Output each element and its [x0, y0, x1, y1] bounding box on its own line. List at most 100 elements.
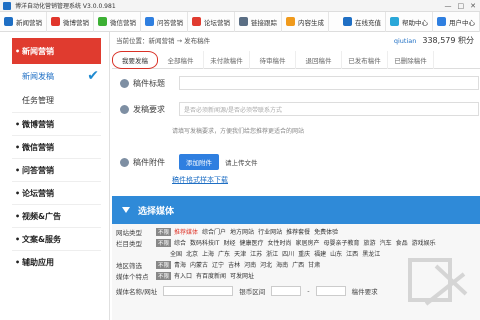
sidebar-header-news[interactable]: 新闻营销: [12, 38, 101, 64]
filter-option[interactable]: 四川: [282, 249, 294, 258]
filter-option[interactable]: 全国: [170, 249, 182, 258]
toolbar-item-wechat[interactable]: 微信营销: [94, 11, 141, 32]
filter-option[interactable]: 家居房产: [296, 238, 320, 247]
toolbar-item-label: 内容生成: [298, 18, 324, 27]
filter-option[interactable]: 内蒙古: [190, 260, 208, 269]
filter-option[interactable]: 免费体验: [314, 227, 338, 236]
toolbar-item-link[interactable]: 链接跟踪: [235, 11, 282, 32]
filter-option[interactable]: 山东: [330, 249, 342, 258]
filter-label: 地区筛选: [116, 261, 142, 270]
request-label: 发稿要求: [133, 104, 165, 114]
filter-option[interactable]: 青海: [174, 260, 186, 269]
request-input[interactable]: 是否必须新闻源/是否必须带联系方式: [179, 102, 479, 116]
filter-option[interactable]: 河南: [244, 260, 256, 269]
filter-option[interactable]: 数码科技IT: [190, 238, 219, 247]
media-name-input[interactable]: [163, 286, 234, 296]
filter-option[interactable]: 女性时尚: [268, 238, 292, 247]
sidebar-item-label: 任务管理: [22, 95, 54, 105]
tab-2[interactable]: 未付款稿件: [204, 51, 250, 69]
filter-option[interactable]: 可发网址: [230, 271, 254, 280]
toolbar-item-user[interactable]: 用户中心: [433, 11, 480, 32]
tab-4[interactable]: 退回稿件: [296, 51, 342, 69]
filter-option[interactable]: 河北: [260, 260, 272, 269]
title-input[interactable]: [179, 76, 479, 90]
filter-option[interactable]: 浙江: [266, 249, 278, 258]
sidebar-category[interactable]: 辅助应用: [12, 250, 101, 273]
toolbar-item-qa[interactable]: 问答营销: [141, 11, 188, 32]
toolbar-item-news[interactable]: 新闻营销: [0, 11, 47, 32]
user-info: qiutian 338,579 积分: [394, 35, 474, 46]
close-button[interactable]: ✕: [470, 2, 476, 10]
toolbar-item-recharge[interactable]: 在线充值: [339, 11, 386, 32]
filter-option[interactable]: 汽车: [380, 238, 392, 247]
sidebar-category[interactable]: 微博营销: [12, 112, 101, 135]
filter-option[interactable]: 天津: [234, 249, 246, 258]
filter-option[interactable]: 上海: [202, 249, 214, 258]
media-title: 选择媒体: [138, 206, 175, 217]
filter-option[interactable]: 综合门户: [202, 227, 226, 236]
filter-option[interactable]: 母婴亲子教育: [324, 238, 360, 247]
template-download-link[interactable]: 稿件格式样本下载: [172, 175, 228, 185]
filter-unlimited-badge[interactable]: 不限: [156, 227, 172, 236]
filter-unlimited-badge[interactable]: 不限: [156, 238, 172, 247]
price-max-input[interactable]: [315, 286, 346, 296]
toolbar-item-label: 微信营销: [110, 18, 136, 27]
sidebar-category[interactable]: 问答营销: [12, 158, 101, 181]
tab-5[interactable]: 已发布稿件: [342, 51, 388, 69]
filter-unlimited-badge[interactable]: 不限: [156, 271, 172, 280]
tab-1[interactable]: 全部稿件: [158, 51, 204, 69]
toolbar-item-content[interactable]: 内容生成: [282, 11, 329, 32]
sidebar-item-task-manage[interactable]: 任务管理: [12, 88, 101, 112]
sidebar-category[interactable]: 论坛营销: [12, 181, 101, 204]
filter-label: 网站类型: [116, 228, 142, 237]
filter-option[interactable]: 健康医疗: [239, 238, 263, 247]
maximize-button[interactable]: □: [458, 2, 465, 10]
filter-option[interactable]: 财经: [223, 238, 235, 247]
filter-option[interactable]: 重庆: [298, 249, 310, 258]
tab-0[interactable]: 我要发稿: [112, 51, 158, 69]
sidebar-item-news-submit[interactable]: 新闻发稿 ✔: [12, 64, 101, 88]
help-icon: [390, 17, 399, 26]
filter-option[interactable]: 行业网站: [258, 227, 282, 236]
filter-option[interactable]: 食品: [396, 238, 408, 247]
tab-6[interactable]: 已删除稿件: [388, 51, 434, 69]
filter-option[interactable]: 福建: [314, 249, 326, 258]
filter-option[interactable]: 海南: [276, 260, 288, 269]
filter-option[interactable]: 地方网站: [230, 227, 254, 236]
filter-option[interactable]: 江西: [346, 249, 358, 258]
add-attachment-button[interactable]: 添加附件: [179, 154, 219, 170]
sidebar-category[interactable]: 文案&服务: [12, 227, 101, 250]
filter-option[interactable]: 有百度新闻: [196, 271, 226, 280]
filter-option[interactable]: 黑龙江: [362, 249, 380, 258]
filter-unlimited-badge[interactable]: 不限: [156, 260, 172, 269]
tab-3[interactable]: 待审稿件: [250, 51, 296, 69]
username-link[interactable]: qiutian: [394, 37, 417, 45]
filter-option[interactable]: 江苏: [250, 249, 262, 258]
filter-option[interactable]: 旅游: [364, 238, 376, 247]
price-min-input[interactable]: [271, 286, 302, 296]
media-name-label: 媒体名称/网址: [116, 288, 158, 296]
media-header[interactable]: 选择媒体: [112, 196, 480, 224]
toolbar-item-help[interactable]: 帮助中心: [386, 11, 433, 32]
filter-option[interactable]: 辽宁: [212, 260, 224, 269]
filter-option[interactable]: 推荐媒体: [174, 227, 198, 236]
filter-option[interactable]: 游戏娱乐: [412, 238, 436, 247]
content-icon: [286, 17, 295, 26]
user-icon: [437, 17, 446, 26]
toolbar-item-weibo[interactable]: 微博营销: [47, 11, 94, 32]
wechat-icon: [98, 17, 107, 26]
minimize-button[interactable]: —: [445, 2, 452, 10]
filter-option[interactable]: 广西: [292, 260, 304, 269]
sidebar-category[interactable]: 视频&广告: [12, 204, 101, 227]
filter-option[interactable]: 推荐套餐: [286, 227, 310, 236]
filter-option[interactable]: 北京: [186, 249, 198, 258]
toolbar-item-forum[interactable]: 论坛营销: [188, 11, 235, 32]
breadcrumb: 当前位置：新闻营销 → 发布稿件: [116, 37, 211, 45]
sidebar-category[interactable]: 微信营销: [12, 135, 101, 158]
filter-option[interactable]: 综合: [174, 238, 186, 247]
filter-option[interactable]: 广东: [218, 249, 230, 258]
filter-option[interactable]: 有入口: [174, 271, 192, 280]
filter-option[interactable]: 甘肃: [308, 260, 320, 269]
media-filter-row: 栏目类型 不限 综合 数码科技IT 财经 健康医疗 女性时尚 家居房产 母婴亲子教育 旅游 汽车 食品…: [112, 237, 480, 248]
filter-option[interactable]: 吉林: [228, 260, 240, 269]
